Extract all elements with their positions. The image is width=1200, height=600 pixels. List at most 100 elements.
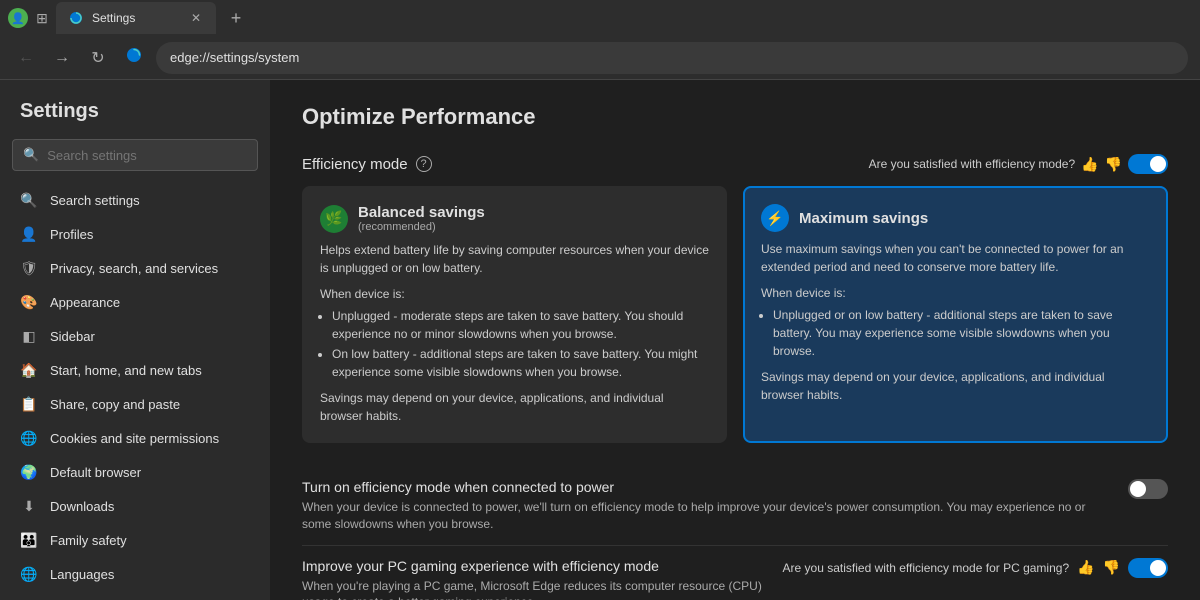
privacy-icon: 🛡 xyxy=(20,259,38,277)
edge-tab-icon xyxy=(68,10,84,26)
balanced-savings-icon: 🌿 xyxy=(320,205,348,233)
balanced-savings-note: Savings may depend on your device, appli… xyxy=(320,389,709,425)
sidebar-item-label: Family safety xyxy=(50,533,127,548)
start-home-icon: 🏠 xyxy=(20,361,38,379)
balanced-card-title: Balanced savings xyxy=(358,204,485,221)
search-box[interactable]: 🔍 xyxy=(12,139,258,171)
edge-logo xyxy=(124,45,144,70)
sidebar-icon: ◧ xyxy=(20,327,38,345)
gaming-info: Improve your PC gaming experience with e… xyxy=(302,558,767,600)
titlebar: 👤 ⊞ Settings ✕ + xyxy=(0,0,1200,36)
maximum-card-body: Use maximum savings when you can't be co… xyxy=(761,240,1150,404)
efficiency-feedback-question: Are you satisfied with efficiency mode? xyxy=(869,157,1076,171)
tab-close-button[interactable]: ✕ xyxy=(188,10,204,26)
sidebar-item-label: Share, copy and paste xyxy=(50,397,180,412)
maximum-savings-card[interactable]: ⚡ Maximum savings Use maximum savings wh… xyxy=(743,186,1168,443)
gaming-desc: When you're playing a PC game, Microsoft… xyxy=(302,578,767,600)
efficiency-on-power-row: Turn on efficiency mode when connected t… xyxy=(302,467,1168,546)
sidebar-item-label: Profiles xyxy=(50,227,93,242)
efficiency-on-power-toggle[interactable] xyxy=(1128,479,1168,499)
efficiency-feedback-row: Are you satisfied with efficiency mode? … xyxy=(869,154,1168,174)
sidebar-title: Settings xyxy=(0,92,270,139)
page-title: Optimize Performance xyxy=(302,104,1168,130)
maximum-card-list: Unplugged or on low battery - additional… xyxy=(773,306,1150,360)
sidebar: Settings 🔍 🔍 Search settings 👤 Profiles … xyxy=(0,80,270,600)
sidebar-item-start-home[interactable]: 🏠 Start, home, and new tabs xyxy=(4,353,266,387)
sidebar-item-downloads[interactable]: ⬇ Downloads xyxy=(4,489,266,523)
sidebar-item-cookies[interactable]: 🌐 Cookies and site permissions xyxy=(4,421,266,455)
efficiency-on-power-title: Turn on efficiency mode when connected t… xyxy=(302,479,1112,495)
efficiency-on-power-desc: When your device is connected to power, … xyxy=(302,499,1112,533)
balanced-card-header: 🌿 Balanced savings (recommended) xyxy=(320,204,709,233)
sidebar-item-languages[interactable]: 🌐 Languages xyxy=(4,557,266,591)
thumbs-up-icon[interactable]: 👍 xyxy=(1081,156,1098,173)
maximum-savings-icon: ⚡ xyxy=(761,204,789,232)
tab-label: Settings xyxy=(92,11,180,25)
gaming-toggle[interactable] xyxy=(1128,558,1168,578)
search-settings-icon: 🔍 xyxy=(20,191,38,209)
sidebar-item-appearance[interactable]: 🎨 Appearance xyxy=(4,285,266,319)
gaming-right: Are you satisfied with efficiency mode f… xyxy=(783,558,1168,578)
balanced-savings-card[interactable]: 🌿 Balanced savings (recommended) Helps e… xyxy=(302,186,727,443)
efficiency-mode-toggle[interactable] xyxy=(1128,154,1168,174)
balanced-card-subtitle: (recommended) xyxy=(358,221,485,233)
sidebar-item-profiles[interactable]: 👤 Profiles xyxy=(4,217,266,251)
efficiency-help-icon[interactable]: ? xyxy=(416,156,432,172)
search-icon: 🔍 xyxy=(23,147,39,163)
profiles-icon: 👤 xyxy=(20,225,38,243)
sidebar-item-label: Cookies and site permissions xyxy=(50,431,219,446)
content-area: Optimize Performance Efficiency mode ? A… xyxy=(270,80,1200,600)
sidebar-item-label: Privacy, search, and services xyxy=(50,261,218,276)
sidebar-item-share-copy[interactable]: 📋 Share, copy and paste xyxy=(4,387,266,421)
sidebar-item-sidebar[interactable]: ◧ Sidebar xyxy=(4,319,266,353)
balanced-card-list: Unplugged - moderate steps are taken to … xyxy=(332,307,709,381)
sidebar-item-label: Appearance xyxy=(50,295,120,310)
sidebar-item-label: Languages xyxy=(50,567,114,582)
collections-icon[interactable]: ⊞ xyxy=(32,8,52,28)
efficiency-section-header: Efficiency mode ? xyxy=(302,156,432,173)
efficiency-mode-title: Efficiency mode xyxy=(302,156,408,173)
thumbs-down-icon[interactable]: 👎 xyxy=(1105,156,1122,173)
sidebar-item-label: Start, home, and new tabs xyxy=(50,363,202,378)
search-input[interactable] xyxy=(47,148,247,163)
sidebar-item-label: Search settings xyxy=(50,193,140,208)
balanced-card-body: Helps extend battery life by saving comp… xyxy=(320,241,709,425)
address-bar[interactable]: edge://settings/system xyxy=(156,42,1188,74)
gaming-feedback-question: Are you satisfied with efficiency mode f… xyxy=(783,561,1070,575)
efficiency-cards-row: 🌿 Balanced savings (recommended) Helps e… xyxy=(302,186,1168,443)
default-browser-icon: 🌍 xyxy=(20,463,38,481)
downloads-icon: ⬇ xyxy=(20,497,38,515)
maximum-savings-note: Savings may depend on your device, appli… xyxy=(761,368,1150,404)
languages-icon: 🌐 xyxy=(20,565,38,583)
sidebar-item-label: Sidebar xyxy=(50,329,95,344)
efficiency-on-power-main: Turn on efficiency mode when connected t… xyxy=(302,479,1168,533)
new-tab-button[interactable]: + xyxy=(220,2,252,34)
appearance-icon: 🎨 xyxy=(20,293,38,311)
gaming-title: Improve your PC gaming experience with e… xyxy=(302,558,767,574)
family-safety-icon: 👪 xyxy=(20,531,38,549)
sidebar-item-printers[interactable]: 🖨 Printers xyxy=(4,591,266,600)
gaming-main: Improve your PC gaming experience with e… xyxy=(302,558,1168,600)
gaming-row: Improve your PC gaming experience with e… xyxy=(302,546,1168,600)
maximum-card-title: Maximum savings xyxy=(799,210,928,227)
settings-tab[interactable]: Settings ✕ xyxy=(56,2,216,34)
sidebar-item-family-safety[interactable]: 👪 Family safety xyxy=(4,523,266,557)
cookies-icon: 🌐 xyxy=(20,429,38,447)
navbar: ← → ↻ edge://settings/system xyxy=(0,36,1200,80)
forward-button[interactable]: → xyxy=(48,44,76,72)
balanced-point-1: Unplugged - moderate steps are taken to … xyxy=(332,307,709,343)
sidebar-item-label: Default browser xyxy=(50,465,141,480)
main-layout: Settings 🔍 🔍 Search settings 👤 Profiles … xyxy=(0,80,1200,600)
balanced-point-2: On low battery - additional steps are ta… xyxy=(332,345,709,381)
sidebar-item-default-browser[interactable]: 🌍 Default browser xyxy=(4,455,266,489)
sidebar-item-search-settings[interactable]: 🔍 Search settings xyxy=(4,183,266,217)
refresh-button[interactable]: ↻ xyxy=(84,44,112,72)
gaming-thumbs-down-icon[interactable]: 👎 xyxy=(1103,559,1120,576)
maximum-card-header: ⚡ Maximum savings xyxy=(761,204,1150,232)
sidebar-item-privacy[interactable]: 🛡 Privacy, search, and services xyxy=(4,251,266,285)
gaming-thumbs-up-icon[interactable]: 👍 xyxy=(1077,559,1094,576)
maximum-point-1: Unplugged or on low battery - additional… xyxy=(773,306,1150,360)
back-button[interactable]: ← xyxy=(12,44,40,72)
profile-icon: 👤 xyxy=(8,8,28,28)
address-text: edge://settings/system xyxy=(170,50,299,65)
